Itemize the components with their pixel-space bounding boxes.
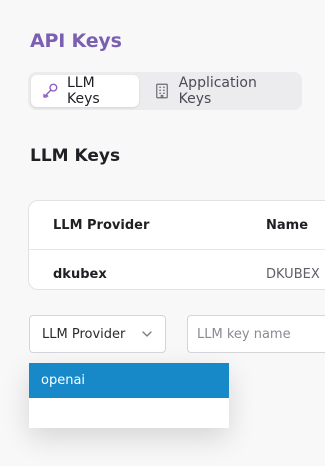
api-keys-page: API Keys LLM Keys Application Keys LLM K…	[0, 0, 325, 466]
table-header-row: LLM Provider Name	[29, 201, 325, 250]
llm-key-name-input[interactable]	[187, 315, 325, 353]
llm-provider-select-label: LLM Provider	[42, 326, 126, 342]
cell-name: DKUBEX	[266, 267, 320, 282]
dropdown-option-openai[interactable]: openai	[29, 363, 229, 398]
column-header-llm-provider: LLM Provider	[53, 217, 150, 233]
tab-bar: LLM Keys Application Keys	[28, 72, 302, 110]
table-row[interactable]: dkubex DKUBEX	[29, 250, 325, 289]
tab-label: LLM Keys	[67, 75, 100, 107]
tab-llm-keys[interactable]: LLM Keys	[31, 75, 139, 107]
provider-dropdown-menu: openai	[29, 363, 229, 428]
section-title: LLM Keys	[30, 146, 121, 166]
dropdown-padding	[29, 398, 229, 428]
page-title: API Keys	[30, 30, 122, 52]
llm-keys-table: LLM Provider Name dkubex DKUBEX	[28, 200, 325, 290]
tab-label: Application Keys	[178, 75, 257, 107]
building-icon	[153, 82, 171, 100]
chevron-down-icon	[141, 328, 153, 340]
cell-provider: dkubex	[53, 267, 107, 282]
llm-provider-select[interactable]: LLM Provider	[29, 315, 166, 353]
column-header-name: Name	[266, 217, 309, 233]
tab-application-keys[interactable]: Application Keys	[143, 75, 299, 107]
key-icon	[41, 82, 59, 100]
